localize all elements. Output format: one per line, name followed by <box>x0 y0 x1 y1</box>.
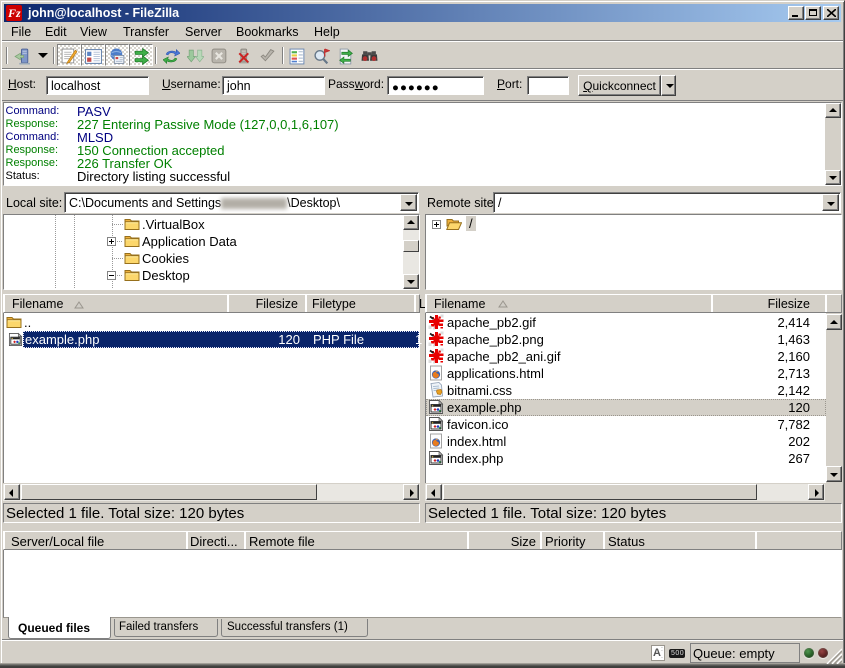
svg-text:Fz: Fz <box>7 6 21 20</box>
